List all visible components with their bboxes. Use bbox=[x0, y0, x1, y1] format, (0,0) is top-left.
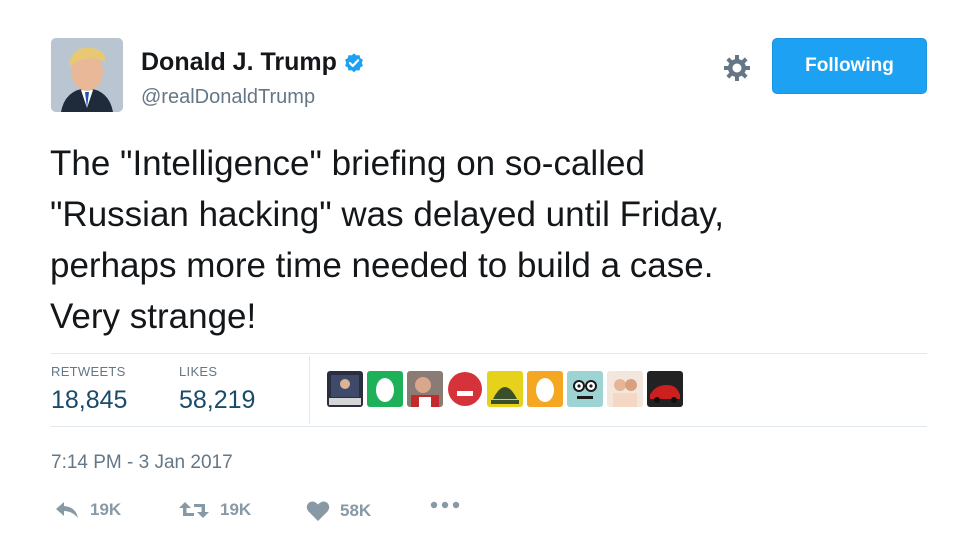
liker-avatar[interactable] bbox=[407, 371, 443, 407]
likes-stat[interactable]: LIKES 58,219 bbox=[179, 364, 255, 415]
likes-value[interactable]: 58,219 bbox=[179, 386, 255, 415]
retweet-button[interactable]: 19K bbox=[178, 500, 251, 520]
retweets-value[interactable]: 18,845 bbox=[51, 386, 127, 415]
liker-avatar[interactable] bbox=[367, 371, 403, 407]
liker-avatar[interactable] bbox=[647, 371, 683, 407]
tweet-timestamp[interactable]: 7:14 PM - 3 Jan 2017 bbox=[51, 452, 233, 474]
more-button[interactable] bbox=[430, 500, 460, 510]
liker-avatar[interactable] bbox=[527, 371, 563, 407]
following-button[interactable]: Following bbox=[772, 38, 927, 94]
retweets-label: RETWEETS bbox=[51, 364, 126, 379]
stats-divider bbox=[309, 356, 310, 424]
author-handle[interactable]: @realDonaldTrump bbox=[141, 86, 315, 109]
tweet-text: The "Intelligence" briefing on so-called… bbox=[50, 144, 724, 336]
likers-list bbox=[327, 371, 683, 407]
liker-avatar[interactable] bbox=[487, 371, 523, 407]
retweet-icon bbox=[179, 502, 209, 518]
heart-icon bbox=[306, 501, 330, 521]
author-display-name[interactable]: Donald J. Trump bbox=[141, 48, 337, 77]
avatar[interactable] bbox=[51, 38, 123, 112]
gear-icon[interactable] bbox=[722, 53, 752, 83]
divider bbox=[51, 353, 927, 354]
like-count: 58K bbox=[340, 501, 372, 520]
likes-label: LIKES bbox=[179, 364, 218, 379]
divider bbox=[51, 426, 927, 427]
liker-avatar[interactable] bbox=[567, 371, 603, 407]
liker-avatar[interactable] bbox=[447, 371, 483, 407]
retweets-stat[interactable]: RETWEETS 18,845 bbox=[51, 364, 127, 415]
like-button[interactable]: 58K bbox=[306, 500, 371, 522]
reply-icon bbox=[56, 502, 78, 518]
verified-badge-icon bbox=[344, 52, 363, 72]
retweet-count: 19K bbox=[220, 500, 252, 519]
reply-button[interactable]: 19K bbox=[54, 500, 121, 520]
liker-avatar[interactable] bbox=[327, 371, 363, 407]
liker-avatar[interactable] bbox=[607, 371, 643, 407]
reply-count: 19K bbox=[90, 500, 122, 519]
more-dots-icon bbox=[430, 501, 460, 509]
